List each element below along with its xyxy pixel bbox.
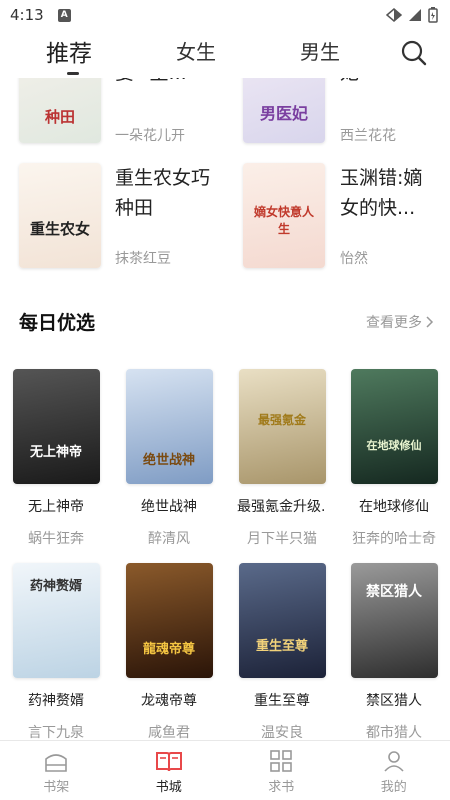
bookshelf-icon xyxy=(45,754,68,772)
top-tabs: 推荐 女生 男生 xyxy=(0,30,450,78)
book-cover: 重生农女 xyxy=(19,163,101,268)
book-cover: 在地球修仙 xyxy=(350,369,438,484)
book-card[interactable]: 最强氪金 最强氪金升级... 月下半只猫 xyxy=(237,369,327,548)
nav-label: 书城 xyxy=(155,780,182,795)
book-title: 重生农女巧种田 xyxy=(115,167,211,219)
book-card[interactable]: 重生农女 xyxy=(19,163,101,268)
book-cover: 嫡女快意人生 xyxy=(243,163,325,268)
nav-profile[interactable]: 我的 xyxy=(338,741,450,800)
book-card[interactable]: 龍魂帝尊 龙魂帝尊 咸鱼君 xyxy=(124,563,214,740)
book-cover: 龍魂帝尊 xyxy=(125,563,213,678)
book-author: 言下九泉 xyxy=(28,725,84,740)
nav-bookshelf[interactable]: 书架 xyxy=(0,741,113,800)
book-author: 一朵花儿开 xyxy=(115,128,185,144)
book-cover: 男医妃 xyxy=(243,78,325,143)
book-author: 抹茶红豆 xyxy=(115,251,171,267)
book-card[interactable]: 种田 xyxy=(19,78,101,143)
grid-icon xyxy=(270,750,293,772)
bottom-nav: 书架 书城 求书 我的 xyxy=(0,740,450,800)
book-author: 怡然 xyxy=(340,251,368,267)
tab-female[interactable]: 女生 xyxy=(176,36,216,65)
book-title: 龙魂帝尊 xyxy=(141,693,197,709)
tab-male[interactable]: 男生 xyxy=(300,36,340,65)
book-cover: 重生至尊 xyxy=(238,563,326,678)
more-link[interactable]: 查看更多 xyxy=(366,312,434,332)
book-card[interactable]: 绝世战神 绝世战神 醉清风 xyxy=(124,369,214,548)
more-label: 查看更多 xyxy=(366,315,422,331)
book-card[interactable]: 无上神帝 无上神帝 蜗牛狂奔 xyxy=(11,369,101,548)
book-card[interactable]: 嫡女快意人生 xyxy=(243,163,325,268)
book-title: 最强氪金升级... xyxy=(237,499,327,515)
book-title: 玉渊错:嫡女的快... xyxy=(340,167,423,219)
signal-icon xyxy=(386,8,402,22)
book-title: 药神赘婿 xyxy=(28,693,84,709)
user-icon xyxy=(384,751,404,772)
book-cover: 种田 xyxy=(19,78,101,143)
search-icon[interactable] xyxy=(400,39,428,67)
book-author: 蜗牛狂奔 xyxy=(28,531,84,547)
book-title: 姜*·主... xyxy=(115,78,225,88)
book-card[interactable]: 男医妃 xyxy=(243,78,325,143)
book-title: 禁区猎人 xyxy=(366,693,422,709)
section-title: 每日优选 xyxy=(19,312,96,334)
book-author: 温安良 xyxy=(261,725,303,740)
book-cover: 无上神帝 xyxy=(12,369,100,484)
book-cover: 药神赘婿 xyxy=(12,563,100,678)
book-card[interactable]: 在地球修仙 在地球修仙 狂奔的哈士奇 xyxy=(349,369,439,548)
book-card[interactable]: 药神赘婿 药神赘婿 言下九泉 xyxy=(11,563,101,740)
book-author: 醉清风 xyxy=(148,531,190,547)
status-time: 4:13 xyxy=(10,6,44,24)
nav-bookstore[interactable]: 书城 xyxy=(113,741,226,800)
book-author: 狂奔的哈士奇 xyxy=(352,531,436,547)
book-author: 都市猎人 xyxy=(366,725,422,740)
book-author: 咸鱼君 xyxy=(148,725,190,740)
content-scroll[interactable]: 种田 姜*·主... 一朵花儿开 男医妃 妃 西兰花花 重生农女 重生农女巧种田… xyxy=(0,78,450,740)
status-icons xyxy=(386,7,438,23)
tab-indicator xyxy=(67,72,79,75)
book-card[interactable]: 重生至尊 重生至尊 温安良 xyxy=(237,563,327,740)
book-title: 重生至尊 xyxy=(254,693,310,709)
tab-recommend[interactable]: 推荐 xyxy=(46,34,92,68)
notification-icon: A xyxy=(57,8,71,22)
book-cover: 绝世战神 xyxy=(125,369,213,484)
book-title: 绝世战神 xyxy=(141,499,197,515)
book-cover: 禁区猎人 xyxy=(350,563,438,678)
cellular-icon xyxy=(409,9,421,21)
nav-label: 求书 xyxy=(268,780,295,795)
book-cover: 最强氪金 xyxy=(238,369,326,484)
book-card[interactable]: 禁区猎人 禁区猎人 都市猎人 xyxy=(349,563,439,740)
status-bar: 4:13 A xyxy=(0,0,450,30)
book-title: 无上神帝 xyxy=(28,499,84,515)
chevron-right-icon xyxy=(426,316,434,328)
book-author: 月下半只猫 xyxy=(247,531,317,547)
nav-label: 我的 xyxy=(380,780,407,795)
book-open-icon xyxy=(155,752,182,772)
book-title: 妃 xyxy=(340,78,435,88)
book-title: 在地球修仙 xyxy=(359,499,429,515)
book-author: 西兰花花 xyxy=(340,128,396,144)
battery-icon xyxy=(428,7,438,23)
nav-request[interactable]: 求书 xyxy=(225,741,338,800)
nav-label: 书架 xyxy=(43,780,70,795)
